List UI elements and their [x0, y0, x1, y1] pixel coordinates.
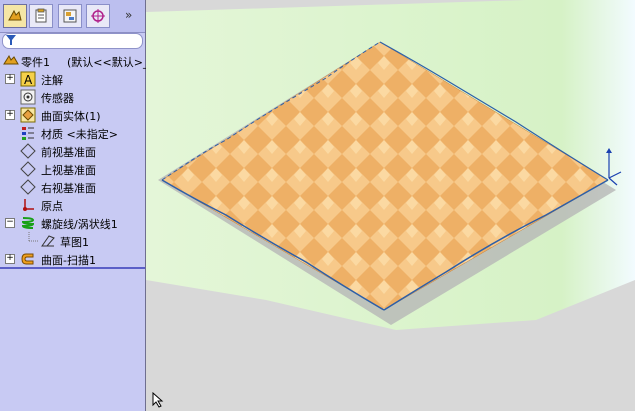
- tree-item-label: 材质 <未指定>: [41, 128, 118, 141]
- tree-item-front-plane[interactable]: 前视基准面: [0, 142, 145, 160]
- tree-item-label: 注解: [41, 74, 63, 87]
- dimxpert-icon: [91, 9, 105, 23]
- tree-item-sketch[interactable]: 草图1: [0, 232, 145, 250]
- helix-icon: [21, 217, 35, 229]
- tree-item-top-plane[interactable]: 上视基准面: [0, 160, 145, 178]
- tree-item-label: 曲面-扫描1: [41, 254, 96, 267]
- part-icon: [3, 54, 19, 65]
- dimxpert-tab[interactable]: [86, 4, 110, 28]
- sketch-icon: [41, 235, 55, 247]
- feature-manager-icon: [8, 9, 22, 21]
- plane-icon: [20, 161, 36, 177]
- material-icon: [22, 127, 34, 140]
- tree-item-label: 曲面实体(1): [41, 110, 101, 123]
- property-manager-icon: [35, 8, 47, 23]
- surface-sweep-icon: [21, 253, 34, 265]
- feature-manager-tab[interactable]: [3, 4, 27, 28]
- annotation-icon: A: [20, 71, 36, 87]
- expand-toggle[interactable]: +: [5, 74, 15, 84]
- tree-item-helix[interactable]: − 螺旋线/涡状线1: [0, 214, 145, 232]
- configuration-manager-icon: [63, 9, 77, 23]
- svg-text:A: A: [24, 73, 33, 87]
- tree-item-label: 前视基准面: [41, 146, 96, 159]
- configuration-manager-tab[interactable]: [58, 4, 82, 28]
- tree-item-label: 上视基准面: [41, 164, 96, 177]
- manager-tab-bar: »: [0, 0, 145, 33]
- more-tabs-button[interactable]: »: [125, 8, 132, 22]
- tree-item-label: 草图1: [60, 236, 89, 249]
- mouse-cursor: [152, 392, 164, 408]
- tree-item-annotations[interactable]: + A 注解: [0, 70, 145, 88]
- tree-item-label: 右视基准面: [41, 182, 96, 195]
- tree-root-part[interactable]: 零件1 (默认<<默认>_: [0, 52, 149, 70]
- surface-bodies-icon: [20, 107, 36, 123]
- solidworks-window: » 零件1 (默认<<默认>_ + A 注解 传感器 + 曲面实体(1) 材质 …: [0, 0, 635, 411]
- tree-item-right-plane[interactable]: 右视基准面: [0, 178, 145, 196]
- tree-item-origin[interactable]: 原点: [0, 196, 145, 214]
- graphics-viewport[interactable]: [146, 0, 635, 411]
- tree-item-label: 传感器: [41, 92, 74, 105]
- origin-icon: [23, 199, 34, 211]
- sensor-icon: [20, 89, 36, 105]
- model-view: [146, 0, 635, 330]
- rollback-bar[interactable]: [0, 267, 145, 269]
- feature-manager-panel: » 零件1 (默认<<默认>_ + A 注解 传感器 + 曲面实体(1) 材质 …: [0, 0, 149, 411]
- filter-icon: [6, 35, 16, 45]
- expand-toggle[interactable]: +: [5, 254, 15, 264]
- property-manager-tab[interactable]: [29, 4, 53, 28]
- expand-toggle[interactable]: +: [5, 110, 15, 120]
- plane-icon: [20, 179, 36, 195]
- tree-filter-field[interactable]: [2, 33, 143, 49]
- tree-item-label: 原点: [41, 200, 63, 213]
- tree-item-sensors[interactable]: 传感器: [0, 88, 145, 106]
- part-name: 零件1: [21, 56, 50, 69]
- tree-item-surface-bodies[interactable]: + 曲面实体(1): [0, 106, 145, 124]
- tree-item-material[interactable]: 材质 <未指定>: [0, 124, 145, 142]
- tree-item-label: 螺旋线/涡状线1: [41, 218, 118, 231]
- part-configuration: (默认<<默认>_: [67, 56, 149, 69]
- collapse-toggle[interactable]: −: [5, 218, 15, 228]
- tree-item-surface-sweep[interactable]: + 曲面-扫描1: [0, 250, 145, 268]
- tree-connector: [28, 232, 39, 242]
- plane-icon: [20, 143, 36, 159]
